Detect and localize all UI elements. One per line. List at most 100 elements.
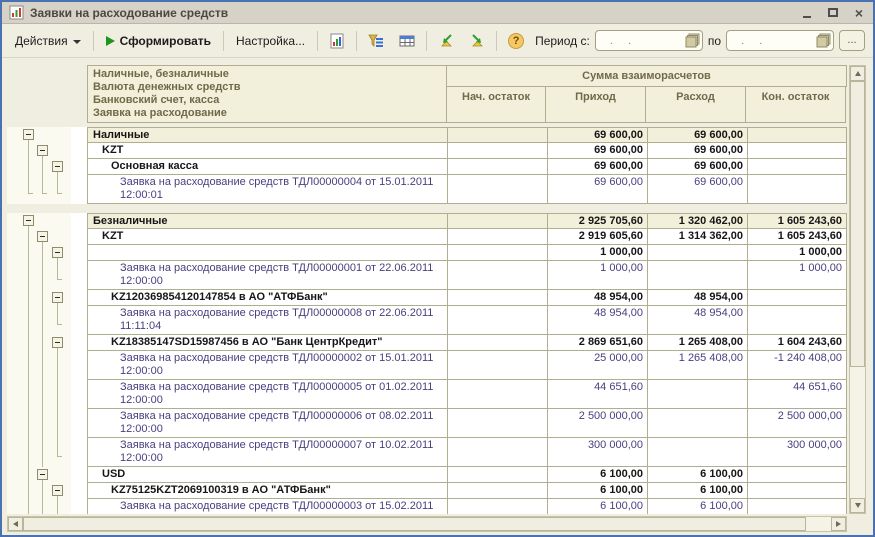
toolbar-separator [356,31,357,51]
table-row[interactable]: KZT2 919 605,601 314 362,001 605 243,60 [7,229,847,245]
tree-gutter [7,306,87,335]
close-icon[interactable]: × [852,6,866,20]
cell-income: 69 600,00 [547,175,647,204]
play-icon [106,36,115,46]
cell-expense: 69 600,00 [647,175,747,204]
cell-expense: 69 600,00 [647,159,747,175]
collapse-toggle-icon[interactable] [37,231,48,242]
toolbar-separator [317,31,318,51]
tree-line [28,229,29,245]
scroll-down-icon[interactable] [850,498,865,513]
cell-opening-balance [447,261,547,290]
cell-expense: 1 265 408,00 [647,351,747,380]
table-row[interactable]: Заявка на расходование средств ТДЛ000000… [7,261,847,290]
gutter-strip [71,409,87,438]
table-row[interactable]: Заявка на расходование средств ТДЛ000000… [7,175,847,204]
table-row[interactable]: Заявка на расходование средств ТДЛ000000… [7,438,847,467]
table-settings-button[interactable] [395,30,419,52]
settings-button[interactable]: Настройка... [231,31,310,51]
table-row[interactable]: KZ18385147SD15987456 в АО "Банк ЦентрКре… [7,335,847,351]
table-row[interactable]: Безналичные2 925 705,601 320 462,001 605… [7,213,847,229]
filter-button[interactable] [364,30,388,52]
gutter-strip [71,467,87,483]
actions-button[interactable]: Действия [10,31,86,51]
header-line: Заявка на расходование [93,107,441,120]
report-body: Наличные69 600,0069 600,00KZT69 600,0069… [7,127,847,514]
row-label-text: Заявка на расходование средств ТДЛ000000… [120,307,443,320]
table-row[interactable]: Заявка на расходование средств ТДЛ000000… [7,409,847,438]
cell-expense [647,245,747,261]
row-label-text: Заявка на расходование средств ТДЛ000000… [120,262,443,275]
row-label: Заявка на расходование средств ТДЛ000000… [87,499,447,514]
table-row[interactable]: KZT69 600,0069 600,00 [7,143,847,159]
row-label: Безналичные [87,213,447,229]
table-row[interactable]: KZ120369854120147854 в АО "АТФБанк"48 95… [7,290,847,306]
report-icon [329,33,345,49]
collapse-toggle-icon[interactable] [37,469,48,480]
table-row[interactable]: Основная касса69 600,0069 600,00 [7,159,847,175]
scroll-left-icon[interactable] [8,517,23,531]
gutter-strip [71,127,87,143]
tree-line [28,245,29,261]
tree-line [28,438,29,467]
cell-closing-balance: 1 605 243,60 [747,229,847,245]
calendar-icon[interactable] [685,33,700,48]
tree-gutter [7,467,87,483]
row-label: Заявка на расходование средств ТДЛ000000… [87,380,447,409]
collapse-toggle-icon[interactable] [37,145,48,156]
vertical-scroll-thumb[interactable] [850,81,865,367]
collapse-toggle-icon[interactable] [52,247,63,258]
maximize-icon[interactable] [826,6,840,20]
collapse-toggle-icon[interactable] [52,337,63,348]
group-separator [7,204,847,213]
restore-settings-icon [469,33,486,49]
table-row[interactable]: USD6 100,006 100,00 [7,467,847,483]
tree-gutter [7,438,87,467]
tree-line [42,351,43,380]
calendar-icon[interactable] [816,33,831,48]
generate-button[interactable]: Сформировать [101,31,216,51]
row-label: KZ120369854120147854 в АО "АТФБанк" [87,290,447,306]
table-row[interactable]: Заявка на расходование средств ТДЛ000000… [7,351,847,380]
cell-opening-balance [447,335,547,351]
collapse-toggle-icon[interactable] [23,129,34,140]
collapse-toggle-icon[interactable] [52,485,63,496]
gutter-strip [71,335,87,351]
table-row[interactable]: KZ75125KZT2069100319 в АО "АТФБанк"6 100… [7,483,847,499]
collapse-toggle-icon[interactable] [23,215,34,226]
table-row[interactable]: Заявка на расходование средств ТДЛ000000… [7,380,847,409]
minimize-icon[interactable] [800,6,814,20]
cell-expense: 69 600,00 [647,143,747,159]
header-line: Валюта денежных средств [93,81,441,94]
restore-settings-button[interactable] [465,30,489,52]
period-more-button[interactable]: ... [839,30,865,51]
cell-closing-balance [747,306,847,335]
tree-gutter [7,409,87,438]
cell-opening-balance [447,159,547,175]
row-label: KZ75125KZT2069100319 в АО "АТФБанк" [87,483,447,499]
row-label-time: 12:00:01 [120,189,443,202]
horizontal-scroll-thumb[interactable] [23,517,806,531]
collapse-toggle-icon[interactable] [52,292,63,303]
row-label-time: 12:00:00 [120,423,443,436]
table-row[interactable]: Заявка на расходование средств ТДЛ000000… [7,306,847,335]
horizontal-scrollbar[interactable] [7,516,847,532]
cell-income: 2 919 605,60 [547,229,647,245]
table-row[interactable]: 1 000,001 000,00 [7,245,847,261]
table-row[interactable]: Заявка на расходование средств ТДЛ000000… [7,499,847,514]
tree-gutter [7,351,87,380]
toolbar-separator [93,31,94,51]
save-settings-button[interactable] [434,30,458,52]
tree-gutter [7,290,87,306]
scroll-up-icon[interactable] [850,66,865,81]
collapse-toggle-icon[interactable] [52,161,63,172]
table-row[interactable]: Наличные69 600,0069 600,00 [7,127,847,143]
cell-expense [647,438,747,467]
scroll-right-icon[interactable] [831,517,846,531]
header-line: Банковский счет, касса [93,94,441,107]
cell-opening-balance [447,306,547,335]
vertical-scrollbar[interactable] [849,65,866,514]
cell-income: 69 600,00 [547,127,647,143]
help-button[interactable]: ? [504,30,528,52]
report-variant-button[interactable] [325,30,349,52]
